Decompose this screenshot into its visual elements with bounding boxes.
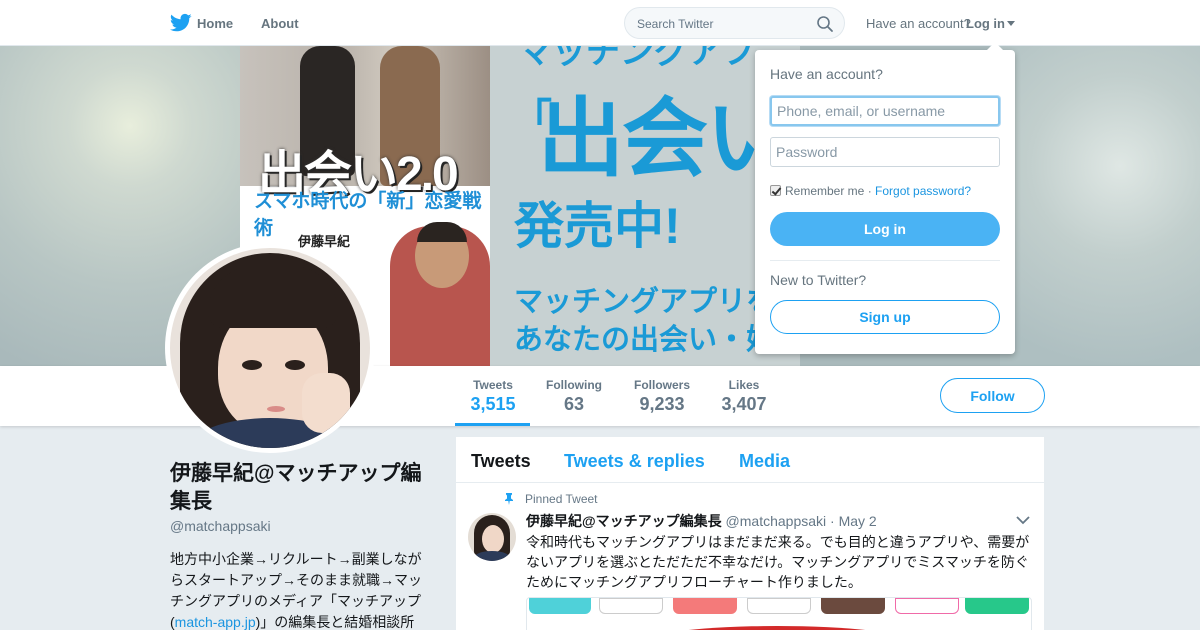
login-button[interactable]: Log in (770, 212, 1000, 246)
username-field[interactable] (770, 96, 1000, 126)
stat-followers[interactable]: Followers 9,233 (632, 378, 692, 415)
flowchart-box (673, 598, 737, 614)
login-dropdown-toggle[interactable]: Log in (966, 16, 1015, 31)
stat-label: Likes (728, 378, 760, 392)
stat-value: 3,407 (721, 394, 767, 414)
avatar-photo (170, 248, 370, 448)
tweet-separator: · (830, 513, 839, 529)
book-author: 伊藤早紀 (298, 234, 351, 249)
stat-label: Tweets (473, 378, 513, 392)
remember-me-checkbox[interactable] (770, 185, 781, 196)
flowchart-box (529, 598, 591, 614)
follow-button[interactable]: Follow (940, 378, 1045, 413)
forgot-password-link[interactable]: Forgot password? (875, 184, 971, 198)
login-dropdown: Have an account? Remember me · Forgot pa… (755, 42, 1015, 354)
nav-about-link[interactable]: About (261, 16, 299, 31)
stat-likes[interactable]: Likes 3,407 (720, 378, 768, 415)
twitter-bird-icon[interactable] (170, 13, 192, 33)
nav-home-link[interactable]: Home (197, 16, 233, 31)
remember-me-label[interactable]: Remember me (785, 184, 864, 198)
active-stat-underline (455, 423, 530, 426)
tweet-text: 令和時代もマッチングアプリはまだまだ来る。でも目的と違うアプリや、需要がないアプ… (526, 534, 1030, 590)
tweet-author-name[interactable]: 伊藤早紀@マッチアップ編集長 (526, 513, 722, 529)
flowchart-box (599, 598, 663, 614)
tab-tweets[interactable]: Tweets (471, 451, 531, 472)
tab-media[interactable]: Media (739, 451, 790, 472)
login-dropdown-title: Have an account? (770, 66, 883, 82)
login-link-label: Log in (966, 16, 1005, 31)
signup-button[interactable]: Sign up (770, 300, 1000, 334)
tweet-header: 伊藤早紀@マッチアップ編集長 @matchappsaki · May 2 (526, 511, 877, 531)
flowchart-box (895, 598, 959, 614)
profile-bio: 地方中小企業→リクルート→副業しながらスタートアップ→そのまま就職→マッチングア… (170, 549, 430, 630)
profile-handle[interactable]: @matchappsaki (170, 518, 271, 534)
timeline-tabs: Tweets Tweets & replies Media (456, 437, 1044, 483)
tweet-avatar[interactable] (468, 513, 516, 561)
bio-text: )」の編集長と結婚相談所 (255, 614, 415, 630)
profile-name[interactable]: 伊藤早紀@マッチアップ編集長 (170, 460, 440, 516)
tab-tweets-and-replies[interactable]: Tweets & replies (564, 451, 705, 472)
flowchart-box (821, 598, 885, 614)
tweet-author-handle[interactable]: @matchappsaki (726, 513, 827, 529)
flowchart-box (965, 598, 1029, 614)
password-field[interactable] (770, 137, 1000, 167)
new-to-twitter-text: New to Twitter? (770, 272, 867, 288)
flowchart-header-shape (647, 626, 907, 630)
search-icon[interactable] (816, 15, 834, 33)
stat-label: Followers (633, 378, 690, 392)
stat-tweets[interactable]: Tweets 3,515 (470, 378, 516, 415)
remember-row: Remember me · Forgot password? (770, 184, 971, 198)
ad-headline: 出会い (538, 91, 792, 187)
ad-line-1: マッチングアプリを (514, 286, 776, 318)
ad-line-2: あなたの出会い・婚 (514, 324, 776, 356)
caret-down-icon (1007, 21, 1015, 26)
stat-following[interactable]: Following 63 (544, 378, 604, 415)
top-navigation-bar: Home About Search Twitter Have an accoun… (0, 0, 1200, 46)
avatar-eye (285, 360, 305, 370)
tweet-avatar-shirt (474, 551, 510, 561)
have-account-text: Have an account? (866, 16, 971, 31)
stat-value: 9,233 (639, 394, 685, 414)
pin-icon (505, 493, 513, 505)
ad-on-sale: 発売中! (514, 198, 681, 254)
avatar-hand (302, 373, 350, 433)
stat-value: 3,515 (470, 394, 516, 414)
avatar-bangs (208, 266, 338, 328)
stat-value: 63 (563, 394, 585, 414)
stat-label: Following (546, 378, 602, 392)
search-box[interactable]: Search Twitter (624, 7, 845, 39)
avatar-lips (267, 406, 285, 412)
tweet-media-image[interactable] (526, 597, 1032, 630)
profile-avatar[interactable] (165, 243, 375, 453)
pinned-tweet-label: Pinned Tweet (525, 492, 598, 506)
search-placeholder: Search Twitter (637, 17, 714, 31)
flowchart-box (747, 598, 811, 614)
tweet-date[interactable]: May 2 (839, 513, 877, 529)
timeline: Tweets Tweets & replies Media Pinned Twe… (456, 437, 1044, 630)
avatar-eye (242, 360, 262, 370)
separator-dot: · (864, 184, 876, 198)
divider (770, 260, 1000, 261)
chevron-down-icon[interactable] (1016, 515, 1030, 525)
tweet-avatar-face (482, 525, 504, 553)
bio-link[interactable]: match-app.jp (175, 614, 256, 630)
